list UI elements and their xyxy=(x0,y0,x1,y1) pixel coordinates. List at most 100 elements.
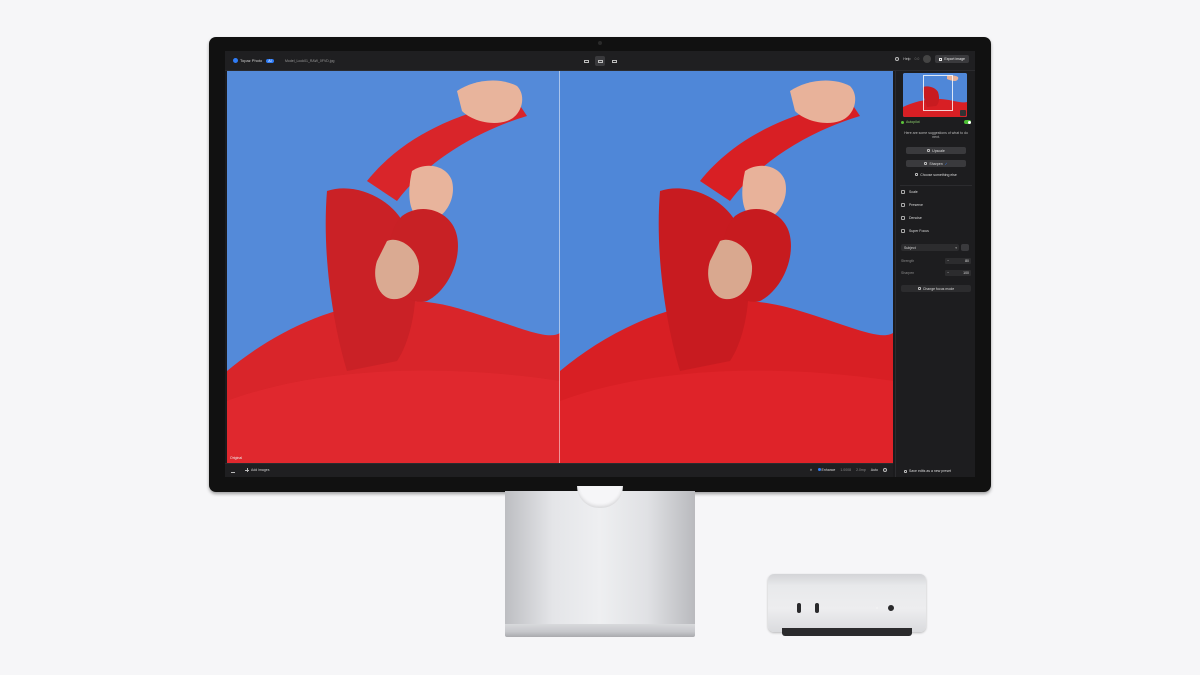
focus-subject-select[interactable]: Subject ▾ xyxy=(901,244,959,251)
autopilot-label: Autopilot xyxy=(906,120,920,124)
denoise-icon xyxy=(901,216,905,220)
change-focus-label: Change focus mode xyxy=(922,286,955,291)
close-icon[interactable]: ✕ xyxy=(810,468,813,472)
sharpen-value: 100 xyxy=(963,271,969,275)
sharpen-label: Sharpen xyxy=(929,161,943,166)
tool-super-focus[interactable]: Super Focus xyxy=(901,229,971,233)
undo-counter: 0.0 xyxy=(914,57,920,61)
enhanced-photo xyxy=(560,71,893,463)
monitor-stand xyxy=(505,491,695,627)
save-preset-label: Save edits as a new preset xyxy=(909,469,952,473)
super-focus-icon xyxy=(901,229,905,233)
enhance-dot-icon xyxy=(817,468,821,471)
strength-input[interactable]: − 80 xyxy=(945,258,971,264)
select-options-button[interactable] xyxy=(961,244,969,251)
choose-label: Choose something else xyxy=(920,173,957,177)
original-photo xyxy=(227,71,560,463)
refresh-icon xyxy=(917,287,921,290)
save-preset-button[interactable]: Save edits as a new preset xyxy=(904,469,951,473)
enhance-label: Enhance xyxy=(821,468,836,472)
sharpen-row: Sharpen − 100 xyxy=(901,270,971,276)
strength-value: 80 xyxy=(965,259,969,263)
select-value: Subject xyxy=(904,245,916,250)
zoom-select[interactable]: Auto xyxy=(871,468,878,472)
upload-icon[interactable] xyxy=(231,468,235,473)
upscale-label: Upscale xyxy=(932,148,945,153)
add-images-label: Add images xyxy=(251,468,270,472)
stat-scale: 1.0008 xyxy=(840,468,852,472)
stat-size: 2.0mp xyxy=(856,468,866,472)
chevron-down-icon: ▾ xyxy=(955,245,957,250)
mac-mini xyxy=(768,574,926,632)
plus-icon xyxy=(245,468,249,472)
original-pane: Original xyxy=(227,71,560,463)
choose-something-else-link[interactable]: Choose something else xyxy=(906,173,966,177)
enhanced-pane xyxy=(560,71,893,463)
enhance-toggle[interactable]: Enhance xyxy=(817,468,836,472)
export-icon xyxy=(939,57,943,61)
scale-icon xyxy=(901,190,905,194)
tool-denoise[interactable]: Denoise xyxy=(901,216,971,220)
thumbnail-expand-icon[interactable] xyxy=(960,110,966,116)
view-side-button[interactable] xyxy=(609,56,619,66)
stage: Topaz Photo AI Model_Look01_RAW_0FVD.jpg… xyxy=(0,0,1200,675)
change-focus-mode-button[interactable]: Change focus mode xyxy=(901,285,971,292)
usb-c-port xyxy=(797,603,801,613)
right-panel: Autopilot Here are some suggestions of w… xyxy=(895,71,975,477)
image-canvas[interactable]: Original xyxy=(227,71,893,463)
choose-icon xyxy=(915,173,919,176)
gear-icon[interactable] xyxy=(883,468,887,472)
upscale-icon xyxy=(927,149,931,152)
screen: Topaz Photo AI Model_Look01_RAW_0FVD.jpg… xyxy=(225,51,975,477)
strength-row: Strength − 80 xyxy=(901,258,971,264)
top-right-actions: Help 0.0 Export image xyxy=(895,55,969,63)
autopilot-icon xyxy=(901,120,904,124)
view-split-button[interactable] xyxy=(595,56,605,66)
app-logo-icon xyxy=(233,58,238,63)
view-mode-toggles xyxy=(581,56,619,66)
autopilot-row: Autopilot xyxy=(901,120,971,124)
upscale-button[interactable]: Upscale xyxy=(906,147,966,154)
tool-preserve[interactable]: Preserve xyxy=(901,203,971,207)
studio-display: Topaz Photo AI Model_Look01_RAW_0FVD.jpg… xyxy=(209,37,991,492)
strength-minus-icon[interactable]: − xyxy=(947,259,949,263)
sharpen-row-label: Sharpen xyxy=(901,271,915,275)
suggestions-text: Here are some suggestions of what to do … xyxy=(904,131,968,139)
sharpen-input[interactable]: − 100 xyxy=(945,270,971,276)
bottom-bar: Add images ✕ Enhance 1.0008 2.0mp Auto xyxy=(225,463,893,477)
check-icon: ✓ xyxy=(944,161,948,166)
panel-divider xyxy=(900,185,972,186)
tool-denoise-label: Denoise xyxy=(909,216,922,220)
add-images-button[interactable]: Add images xyxy=(245,468,269,472)
tool-scale-label: Scale xyxy=(909,190,918,194)
stand-foot xyxy=(505,624,695,637)
preserve-icon xyxy=(901,203,905,207)
single-view-icon xyxy=(583,59,589,63)
account-avatar[interactable] xyxy=(923,55,932,63)
side-by-side-icon xyxy=(611,59,617,63)
sharpen-button[interactable]: Sharpen ✓ xyxy=(906,160,966,167)
tool-scale[interactable]: Scale xyxy=(901,190,971,194)
power-led xyxy=(876,607,878,609)
usb-c-port xyxy=(815,603,819,613)
autopilot-toggle[interactable] xyxy=(964,120,971,124)
help-icon[interactable] xyxy=(895,57,900,61)
help-label[interactable]: Help xyxy=(903,57,910,61)
sharpen-minus-icon[interactable]: − xyxy=(947,271,949,275)
export-image-button[interactable]: Export image xyxy=(935,55,969,63)
export-label: Export image xyxy=(944,57,965,61)
sharpen-icon xyxy=(924,162,928,165)
strength-label: Strength xyxy=(901,259,915,263)
preset-icon xyxy=(904,469,907,473)
app-name: Topaz Photo xyxy=(240,58,263,63)
viewport-frame[interactable] xyxy=(923,75,953,111)
view-single-button[interactable] xyxy=(581,56,591,66)
headphone-jack xyxy=(888,605,894,611)
app-brand: Topaz Photo AI xyxy=(233,58,274,63)
mac-mini-vent xyxy=(782,628,912,636)
comparison-split-handle[interactable] xyxy=(559,71,560,463)
camera-dot xyxy=(598,41,602,45)
navigator-thumbnail[interactable] xyxy=(903,73,967,117)
original-label: Original xyxy=(230,456,243,460)
file-name: Model_Look01_RAW_0FVD.jpg xyxy=(285,59,335,63)
